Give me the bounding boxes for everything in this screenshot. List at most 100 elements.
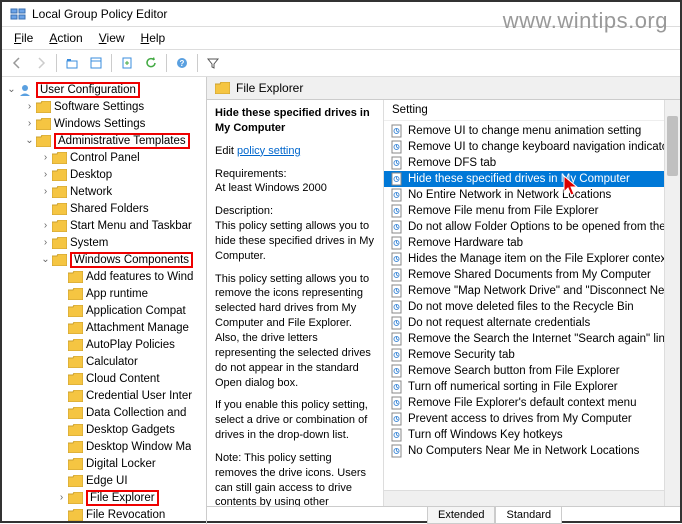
folder-icon: [52, 254, 67, 266]
folder-icon: [68, 288, 83, 300]
setting-row[interactable]: Remove Shared Documents from My Computer: [384, 267, 680, 283]
tree-item[interactable]: File Revocation: [2, 506, 206, 523]
toolbar-up[interactable]: [61, 52, 83, 74]
setting-label: Remove Hardware tab: [408, 237, 523, 249]
setting-row[interactable]: Remove Search button from File Explorer: [384, 363, 680, 379]
expand-icon[interactable]: ›: [24, 118, 35, 129]
policy-icon: [390, 204, 404, 218]
toolbar-export[interactable]: [116, 52, 138, 74]
svg-text:?: ?: [180, 59, 185, 68]
tree-item[interactable]: AutoPlay Policies: [2, 336, 206, 353]
tree-item[interactable]: Cloud Content: [2, 370, 206, 387]
setting-row[interactable]: Hide these specified drives in My Comput…: [384, 171, 680, 187]
tree-item[interactable]: App runtime: [2, 285, 206, 302]
scrollbar-vertical[interactable]: [664, 100, 680, 506]
toolbar-show[interactable]: [85, 52, 107, 74]
tree-item[interactable]: Desktop Window Ma: [2, 438, 206, 455]
menubar: File Action View Help: [2, 27, 680, 50]
tree-item[interactable]: Shared Folders: [2, 200, 206, 217]
folder-icon: [68, 339, 83, 351]
tree-item-label: Edge UI: [86, 475, 128, 487]
tree-item[interactable]: ›System: [2, 234, 206, 251]
expand-icon[interactable]: ›: [40, 169, 51, 180]
collapse-icon[interactable]: ⌄: [24, 135, 35, 146]
expand-icon[interactable]: ›: [40, 237, 51, 248]
setting-row[interactable]: Turn off numerical sorting in File Explo…: [384, 379, 680, 395]
folder-icon: [36, 135, 51, 147]
tree-item-label: Desktop: [70, 169, 112, 181]
toolbar-back[interactable]: [6, 52, 28, 74]
settings-column-header[interactable]: Setting: [384, 100, 680, 121]
tab-extended[interactable]: Extended: [427, 507, 495, 524]
toolbar: ?: [2, 50, 680, 77]
tree-item[interactable]: ›File Explorer: [2, 489, 206, 506]
tree-item[interactable]: ›Start Menu and Taskbar: [2, 217, 206, 234]
tree-item[interactable]: Edge UI: [2, 472, 206, 489]
menu-help[interactable]: Help: [133, 29, 174, 47]
setting-row[interactable]: Remove File menu from File Explorer: [384, 203, 680, 219]
folder-icon: [215, 82, 230, 94]
policy-icon: [390, 364, 404, 378]
policy-icon: [390, 316, 404, 330]
setting-row[interactable]: Remove UI to change keyboard navigation …: [384, 139, 680, 155]
setting-row[interactable]: Prevent access to drives from My Compute…: [384, 411, 680, 427]
toolbar-forward[interactable]: [30, 52, 52, 74]
tree-item-label: Add features to Wind: [86, 271, 193, 283]
req-value: At least Windows 2000: [215, 182, 327, 194]
tree-item[interactable]: Data Collection and: [2, 404, 206, 421]
tree-item[interactable]: ›Network: [2, 183, 206, 200]
toolbar-refresh[interactable]: [140, 52, 162, 74]
tree-item[interactable]: Calculator: [2, 353, 206, 370]
window-title: Local Group Policy Editor: [32, 7, 167, 21]
setting-row[interactable]: Remove "Map Network Drive" and "Disconne…: [384, 283, 680, 299]
edit-policy-link[interactable]: policy setting: [237, 145, 301, 157]
expand-icon[interactable]: ›: [40, 186, 51, 197]
tree-item[interactable]: ⌄Administrative Templates: [2, 132, 206, 149]
setting-row[interactable]: No Entire Network in Network Locations: [384, 187, 680, 203]
folder-icon: [68, 271, 83, 283]
tree-item[interactable]: Add features to Wind: [2, 268, 206, 285]
app-icon: [10, 6, 26, 22]
policy-icon: [390, 380, 404, 394]
expand-icon[interactable]: ⌄: [6, 84, 17, 95]
tree-root[interactable]: ⌄ User Configuration: [2, 81, 206, 98]
tab-standard[interactable]: Standard: [495, 507, 562, 524]
setting-row[interactable]: Remove DFS tab: [384, 155, 680, 171]
tree-item[interactable]: ›Software Settings: [2, 98, 206, 115]
tree-item[interactable]: ⌄Windows Components: [2, 251, 206, 268]
setting-row[interactable]: No Computers Near Me in Network Location…: [384, 443, 680, 459]
scrollbar-horizontal[interactable]: [384, 490, 664, 506]
setting-row[interactable]: Remove File Explorer's default context m…: [384, 395, 680, 411]
setting-row[interactable]: Remove the Search the Internet "Search a…: [384, 331, 680, 347]
toolbar-help[interactable]: ?: [171, 52, 193, 74]
setting-row[interactable]: Remove Hardware tab: [384, 235, 680, 251]
setting-row[interactable]: Remove UI to change menu animation setti…: [384, 123, 680, 139]
collapse-icon[interactable]: ⌄: [40, 254, 51, 265]
desc-label: Description:: [215, 205, 273, 217]
tree-item-label: AutoPlay Policies: [86, 339, 175, 351]
expand-icon[interactable]: ›: [40, 220, 51, 231]
setting-row[interactable]: Turn off Windows Key hotkeys: [384, 427, 680, 443]
policy-icon: [390, 140, 404, 154]
tree-item[interactable]: ›Windows Settings: [2, 115, 206, 132]
tree-item[interactable]: Attachment Manage: [2, 319, 206, 336]
setting-row[interactable]: Remove Security tab: [384, 347, 680, 363]
tree-item[interactable]: Credential User Inter: [2, 387, 206, 404]
menu-view[interactable]: View: [91, 29, 133, 47]
tree-item[interactable]: Application Compat: [2, 302, 206, 319]
expand-icon[interactable]: ›: [40, 152, 51, 163]
expand-icon[interactable]: ›: [56, 492, 67, 503]
expand-icon[interactable]: ›: [24, 101, 35, 112]
setting-row[interactable]: Do not move deleted files to the Recycle…: [384, 299, 680, 315]
tree-item[interactable]: › Desktop: [2, 166, 206, 183]
menu-file[interactable]: File: [6, 29, 41, 47]
toolbar-filter[interactable]: [202, 52, 224, 74]
menu-action[interactable]: Action: [41, 29, 90, 47]
tree-item[interactable]: Digital Locker: [2, 455, 206, 472]
setting-row[interactable]: Hides the Manage item on the File Explor…: [384, 251, 680, 267]
tree-item[interactable]: Desktop Gadgets: [2, 421, 206, 438]
setting-row[interactable]: Do not allow Folder Options to be opened…: [384, 219, 680, 235]
tree-item[interactable]: ›Control Panel: [2, 149, 206, 166]
setting-row[interactable]: Do not request alternate credentials: [384, 315, 680, 331]
content: ⌄ User Configuration ›Software Settings›…: [2, 77, 680, 524]
